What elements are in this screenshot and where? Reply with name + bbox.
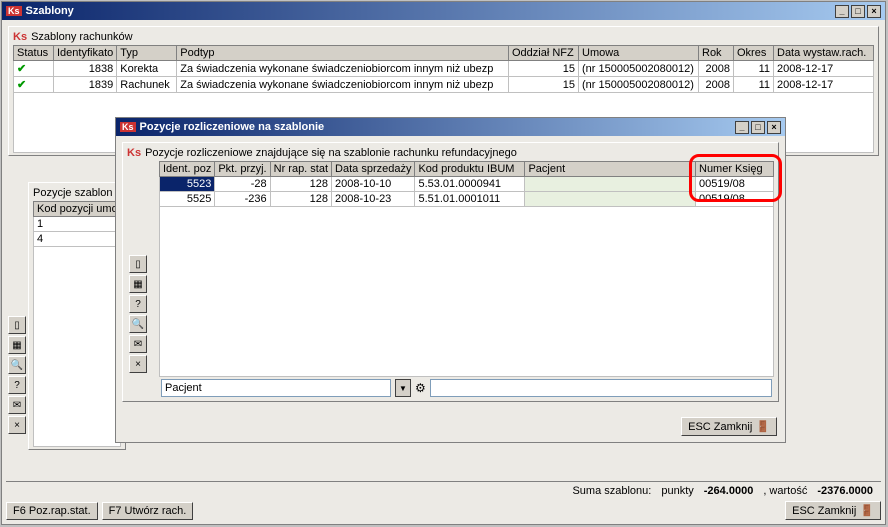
maximize-button[interactable]: □ xyxy=(751,121,765,134)
left-panel-title: Pozycje szablon xyxy=(33,185,121,201)
group-label: Szablony rachunków xyxy=(31,31,133,43)
clipboard-icon[interactable]: ▯ xyxy=(129,255,147,273)
table-row[interactable]: 5525 -236 128 2008-10-23 5.51.01.0001011… xyxy=(160,192,774,207)
table-row[interactable]: 4 xyxy=(34,232,122,247)
table-row[interactable]: 1 xyxy=(34,217,122,232)
filter-input[interactable] xyxy=(430,379,772,397)
col-datasp[interactable]: Data sprzedaży xyxy=(332,162,415,177)
positions-table[interactable]: Ident. poz Pkt. przyj. Nr rap. stat Data… xyxy=(159,161,774,207)
filter-row: ▼ ⚙ xyxy=(161,379,772,397)
col-pkt[interactable]: Pkt. przyj. xyxy=(215,162,270,177)
col-okres[interactable]: Okres xyxy=(734,46,774,61)
table-row[interactable]: 5523 -28 128 2008-10-10 5.53.01.0000941 … xyxy=(160,177,774,192)
col-ident[interactable]: Ident. poz xyxy=(160,162,215,177)
group-icon: Ks xyxy=(13,31,27,43)
mail-icon[interactable]: ✉ xyxy=(129,335,147,353)
templates-table[interactable]: Status Identyfikato Typ Podtyp Oddział N… xyxy=(13,45,874,93)
table-header: Status Identyfikato Typ Podtyp Oddział N… xyxy=(14,46,874,61)
col-podtyp[interactable]: Podtyp xyxy=(177,46,509,61)
app-logo: Ks xyxy=(6,6,22,16)
col-kod[interactable]: Kod produktu IBUM xyxy=(415,162,525,177)
clipboard-icon[interactable]: ▯ xyxy=(8,316,26,334)
col-rok[interactable]: Rok xyxy=(699,46,734,61)
left-panel-table[interactable]: Kod pozycji umo 1 4 xyxy=(33,201,122,247)
dialog-esc-button[interactable]: ESC Zamknij 🚪 xyxy=(681,417,777,436)
footer: F6 Poz.rap.stat. F7 Utwórz rach. ESC Zam… xyxy=(6,501,881,520)
col-oddzial[interactable]: Oddział NFZ xyxy=(509,46,579,61)
col-status[interactable]: Status xyxy=(14,46,54,61)
dialog-title: Pozycje rozliczeniowe na szablonie xyxy=(140,121,733,133)
f6-button[interactable]: F6 Poz.rap.stat. xyxy=(6,502,98,520)
col-typ[interactable]: Typ xyxy=(117,46,177,61)
door-icon: 🚪 xyxy=(756,420,770,433)
close-button[interactable]: × xyxy=(767,121,781,134)
search-icon[interactable]: 🔍 xyxy=(129,315,147,333)
main-titlebar: Ks Szablony _ □ × xyxy=(2,2,885,20)
minimize-button[interactable]: _ xyxy=(835,5,849,18)
group-icon: Ks xyxy=(127,147,141,159)
col-id[interactable]: Identyfikato xyxy=(54,46,117,61)
col-pacjent[interactable]: Pacjent xyxy=(525,162,696,177)
table-row[interactable]: ✔ 1839 Rachunek Za świadczenia wykonane … xyxy=(14,77,874,93)
col-umowa[interactable]: Umowa xyxy=(579,46,699,61)
calculator-icon[interactable]: ▦ xyxy=(8,336,26,354)
door-icon: 🚪 xyxy=(860,504,874,517)
search-icon[interactable]: 🔍 xyxy=(8,356,26,374)
minimize-button[interactable]: _ xyxy=(735,121,749,134)
esc-close-button[interactable]: ESC Zamknij 🚪 xyxy=(785,501,881,520)
close-button[interactable]: × xyxy=(867,5,881,18)
group-title: Ks Szablony rachunków xyxy=(13,29,874,45)
summary-bar: Suma szablonu: punkty -264.0000 , wartoś… xyxy=(6,481,881,500)
col-numer[interactable]: Numer Księg xyxy=(696,162,774,177)
filter-combo[interactable] xyxy=(161,379,391,397)
dialog-titlebar: Ks Pozycje rozliczeniowe na szablonie _ … xyxy=(116,118,785,136)
f7-button[interactable]: F7 Utwórz rach. xyxy=(102,502,194,520)
mail-icon[interactable]: ✉ xyxy=(8,396,26,414)
table-header: Ident. poz Pkt. przyj. Nr rap. stat Data… xyxy=(160,162,774,177)
close-panel-icon[interactable]: × xyxy=(129,355,147,373)
left-col[interactable]: Kod pozycji umo xyxy=(34,202,122,217)
gear-icon[interactable]: ⚙ xyxy=(415,381,426,395)
dialog-subtitle-bar: Ks Pozycje rozliczeniowe znajdujące się … xyxy=(127,145,774,161)
app-logo: Ks xyxy=(120,122,136,132)
help-icon[interactable]: ? xyxy=(129,295,147,313)
close-panel-icon[interactable]: × xyxy=(8,416,26,434)
maximize-button[interactable]: □ xyxy=(851,5,865,18)
col-data[interactable]: Data wystaw.rach. xyxy=(774,46,874,61)
col-nrrap[interactable]: Nr rap. stat xyxy=(270,162,331,177)
main-sidebar: ▯ ▦ 🔍 ? ✉ × xyxy=(8,316,26,434)
dialog-sidebar: ▯ ▦ ? 🔍 ✉ × xyxy=(129,255,147,373)
chevron-down-icon[interactable]: ▼ xyxy=(395,379,411,397)
help-icon[interactable]: ? xyxy=(8,376,26,394)
calculator-icon[interactable]: ▦ xyxy=(129,275,147,293)
table-row[interactable]: ✔ 1838 Korekta Za świadczenia wykonane ś… xyxy=(14,61,874,77)
dialog-subtitle: Pozycje rozliczeniowe znajdujące się na … xyxy=(145,147,517,159)
window-title: Szablony xyxy=(26,5,833,17)
